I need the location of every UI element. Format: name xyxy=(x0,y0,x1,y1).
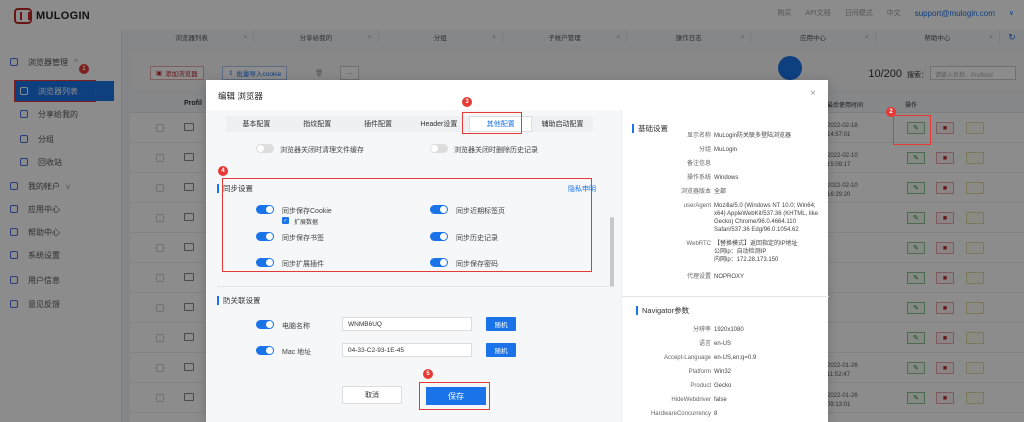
annotation-badge-4: 4 xyxy=(218,166,228,176)
info-value: NOPROXY xyxy=(714,274,745,280)
info-key: 代理设置 xyxy=(686,274,711,280)
sync-bookmarks-toggle[interactable] xyxy=(256,232,274,241)
info-key: userAgent xyxy=(683,203,711,209)
cancel-button[interactable]: 取消 xyxy=(342,386,402,404)
annotation-box-4 xyxy=(222,178,592,272)
clear-cache-label: 浏览器关闭时清理文件缓存 xyxy=(280,147,364,154)
info-key: 分组 xyxy=(698,147,711,153)
annotation-badge-2: 2 xyxy=(886,107,896,117)
info-key: HideWebdriver xyxy=(671,397,711,403)
info-key: HardwareConcurrency xyxy=(650,411,711,417)
ext-data-checkbox[interactable]: ✓ xyxy=(282,217,289,224)
sync-history-toggle[interactable] xyxy=(430,232,448,241)
edit-browser-dialog: 编辑 浏览器 × 基本配置 指纹配置 插件配置 Header设置 其他配置 辅助… xyxy=(206,80,829,422)
sync-passwords-toggle[interactable] xyxy=(430,258,448,267)
info-key: Platform xyxy=(688,369,711,375)
computer-name-toggle[interactable] xyxy=(256,320,274,329)
sync-passwords-label: 同步保存密码 xyxy=(456,261,498,268)
info-key: Accept-Language xyxy=(663,355,711,361)
tab-auxiliary-launch[interactable]: 辅助启动配置 xyxy=(532,116,593,132)
info-value: MuLogin xyxy=(714,147,738,153)
info-value: en-US,en;q=0.9 xyxy=(714,355,757,361)
computer-name-label: 电脑名称 xyxy=(282,323,310,330)
sync-extensions-toggle[interactable] xyxy=(256,258,274,267)
divider xyxy=(217,286,612,287)
info-key: 显示名称 xyxy=(686,133,711,139)
sync-bookmarks-label: 同步保存书签 xyxy=(282,235,324,242)
info-value: Win32 xyxy=(714,369,732,375)
info-value: Windows xyxy=(714,175,739,181)
scrollbar[interactable] xyxy=(610,217,614,287)
tab-basic[interactable]: 基本配置 xyxy=(226,116,287,132)
info-key: WebRTC xyxy=(686,241,711,247)
close-icon[interactable]: × xyxy=(810,88,816,99)
dialog-title: 编辑 浏览器 xyxy=(218,91,263,101)
info-key: 浏览器版本 xyxy=(680,189,711,195)
info-key: 备注信息 xyxy=(686,161,711,167)
tab-plugins[interactable]: 插件配置 xyxy=(348,116,409,132)
annotation-box-2 xyxy=(893,115,931,145)
info-value: Gecko xyxy=(714,383,732,389)
sync-recent-tabs-label: 同步近期标签页 xyxy=(456,208,505,215)
divider xyxy=(622,296,829,297)
sync-extensions-label: 同步扩展插件 xyxy=(282,261,324,268)
info-value: false xyxy=(714,397,727,403)
clear-history-label: 浏览器关闭时删除历史记录 xyxy=(454,147,538,154)
annotation-box-5 xyxy=(419,382,490,410)
info-value: 1920x1080 xyxy=(714,327,744,333)
info-value: 全部 xyxy=(714,189,727,195)
info-value: 【替换模式】返回指定的IP地址 公网ip：自动检测IP 内网ip：172.28.… xyxy=(714,241,798,263)
sync-cookie-label: 同步保存Cookie xyxy=(282,208,332,215)
sync-recent-tabs-toggle[interactable] xyxy=(430,205,448,214)
tab-header[interactable]: Header设置 xyxy=(408,116,469,132)
mac-address-toggle[interactable] xyxy=(256,346,274,355)
sync-cookie-toggle[interactable] xyxy=(256,205,274,214)
random-mac-button[interactable]: 随机 xyxy=(486,343,516,357)
info-value: MuLogin防关联多登陆浏览器 xyxy=(714,133,792,139)
config-tabs: 基本配置 指纹配置 插件配置 Header设置 其他配置 辅助启动配置 xyxy=(226,116,593,132)
info-key: 语言 xyxy=(698,341,711,347)
info-value: 8 xyxy=(714,411,718,417)
annotation-badge-5: 5 xyxy=(423,369,433,379)
info-value: en-US xyxy=(714,341,732,347)
info-panel: 基础设置 显示名称 MuLogin防关联多登陆浏览器 分组 MuLogin 备注信息 操作… xyxy=(621,110,829,422)
clear-history-toggle[interactable] xyxy=(430,144,448,153)
ext-data-label: 扩展数据 xyxy=(294,220,319,226)
clear-cache-toggle[interactable] xyxy=(256,144,274,153)
tab-fingerprint[interactable]: 指纹配置 xyxy=(287,116,348,132)
navigator-section-title: Navigator参数 xyxy=(636,306,689,315)
annotation-badge-3: 3 xyxy=(462,97,472,107)
mac-address-input[interactable]: 04-33-C2-93-1E-45 xyxy=(342,343,472,357)
sync-history-label: 同步历史记录 xyxy=(456,235,498,242)
info-key: 操作系统 xyxy=(686,175,711,181)
info-key: Product xyxy=(690,383,711,389)
anti-assoc-section-title: 防关联设置 xyxy=(217,296,261,305)
computer-name-input[interactable]: WNMB6UQ xyxy=(342,317,472,331)
info-key: 分辨率 xyxy=(692,327,711,333)
annotation-box-3 xyxy=(462,112,522,134)
mac-address-label: Mac 地址 xyxy=(282,349,312,356)
info-value: Mozilla/5.0 (Windows NT 10.0; Win64; x64… xyxy=(714,203,818,233)
random-computer-name-button[interactable]: 随机 xyxy=(486,317,516,331)
